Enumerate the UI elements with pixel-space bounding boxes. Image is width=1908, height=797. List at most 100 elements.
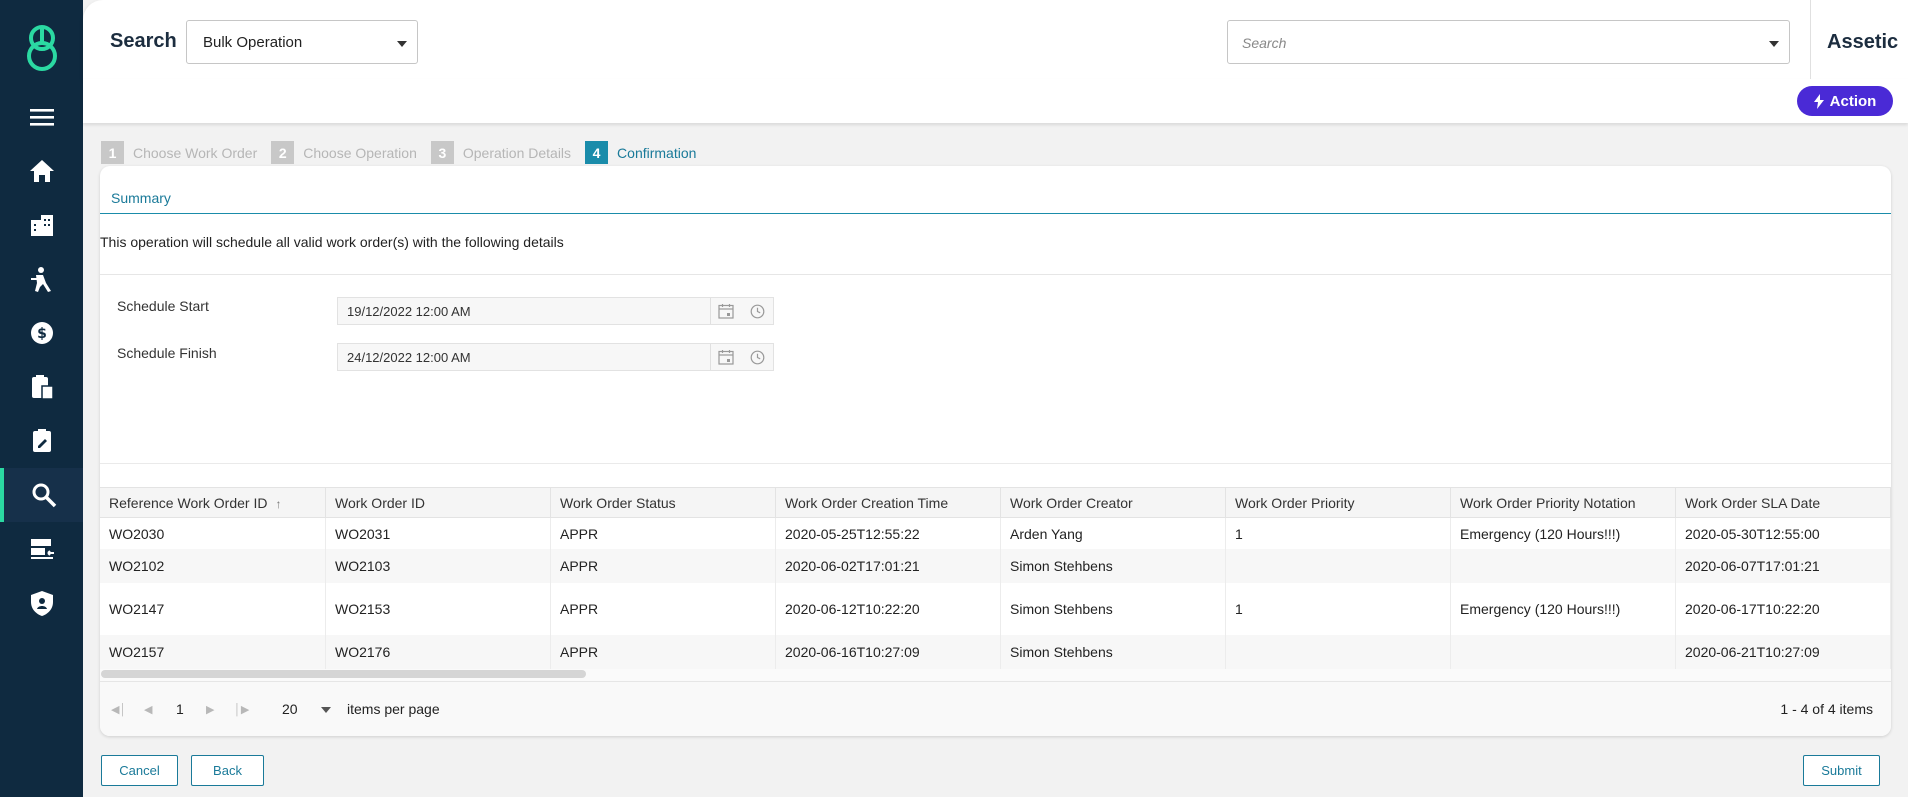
header-divider [1810, 0, 1811, 79]
home-icon[interactable] [0, 144, 83, 198]
table-cell: Simon Stehbens [1001, 635, 1226, 669]
search-input[interactable]: Search [1227, 20, 1790, 64]
step-choose-work-order[interactable]: 1 Choose Work Order [101, 141, 257, 164]
table-row[interactable]: WO2147 WO2153 APPR 2020-06-12T10:22:20 S… [100, 583, 1891, 635]
divider [100, 463, 1891, 464]
worker-icon[interactable] [0, 252, 83, 306]
table-cell: 2020-06-17T10:22:20 [1676, 583, 1891, 635]
sidebar: $ [0, 0, 83, 797]
column-header[interactable]: Work Order Priority Notation [1451, 488, 1676, 517]
column-header[interactable]: Work Order Status [551, 488, 776, 517]
assetic-logo-icon[interactable] [20, 22, 64, 74]
column-header[interactable]: Work Order ID [326, 488, 551, 517]
page-title: Search [110, 30, 177, 52]
next-page-icon[interactable]: ▶ [206, 703, 214, 716]
step-number: 4 [585, 141, 609, 164]
table-cell: 2020-06-07T17:01:21 [1676, 549, 1891, 583]
chevron-down-icon [397, 41, 407, 47]
step-label: Choose Operation [303, 144, 417, 161]
top-header: Search Bulk Operation Search Assetic [83, 0, 1908, 79]
calendar-icon[interactable] [718, 303, 734, 319]
submit-button[interactable]: Submit [1803, 755, 1880, 786]
step-choose-operation[interactable]: 2 Choose Operation [271, 141, 417, 164]
table-cell [1226, 549, 1451, 583]
chevron-down-icon[interactable] [321, 707, 331, 713]
table-cell: Emergency (120 Hours!!!) [1451, 518, 1676, 549]
table-cell: Simon Stehbens [1001, 549, 1226, 583]
previous-page-icon[interactable]: ◀ [144, 703, 152, 716]
schedule-finish-value: 24/12/2022 12:00 AM [347, 350, 471, 365]
table-cell: WO2031 [326, 518, 551, 549]
table-cell: 1 [1226, 583, 1451, 635]
action-button[interactable]: Action [1797, 86, 1893, 116]
items-per-page-label: items per page [347, 701, 440, 717]
table-cell: WO2153 [326, 583, 551, 635]
search-nav-icon[interactable] [0, 468, 83, 522]
wizard-steps: 1 Choose Work Order 2 Choose Operation 3… [101, 141, 710, 164]
step-operation-details[interactable]: 3 Operation Details [430, 141, 572, 164]
table-cell: APPR [551, 549, 776, 583]
summary-title: Summary [111, 190, 171, 206]
table-cell: 2020-05-30T12:55:00 [1676, 518, 1891, 549]
schedule-start-field[interactable]: 19/12/2022 12:00 AM [337, 297, 774, 325]
table-cell: 2020-06-21T10:27:09 [1676, 635, 1891, 669]
column-header[interactable]: Work Order Priority [1226, 488, 1451, 517]
cancel-button[interactable]: Cancel [101, 755, 178, 786]
sort-ascending-icon[interactable]: ↑ [275, 497, 281, 511]
table-row[interactable]: WO2030 WO2031 APPR 2020-05-25T12:55:22 A… [100, 518, 1891, 549]
table-cell: WO2176 [326, 635, 551, 669]
column-header[interactable]: Work Order SLA Date [1676, 488, 1891, 517]
scrollbar-thumb[interactable] [101, 670, 586, 678]
divider [100, 274, 1891, 275]
divider [100, 213, 1891, 214]
column-header[interactable]: Work Order Creation Time [776, 488, 1001, 517]
last-page-icon[interactable]: │▶ [234, 703, 249, 716]
menu-icon[interactable] [0, 90, 83, 144]
table-cell: WO2103 [326, 549, 551, 583]
clipboard-edit-icon[interactable] [0, 414, 83, 468]
search-placeholder: Search [1242, 35, 1287, 51]
clock-icon[interactable] [750, 350, 765, 365]
lightning-icon [1813, 93, 1824, 109]
table-cell: WO2147 [100, 583, 326, 635]
column-header[interactable]: Work Order Creator [1001, 488, 1226, 517]
operation-select-value: Bulk Operation [203, 34, 303, 51]
step-number: 2 [271, 141, 295, 164]
first-page-icon[interactable]: ◀│ [111, 703, 126, 716]
grid-header: Reference Work Order ID ↑ Work Order ID W… [100, 487, 1891, 518]
table-cell: 2020-06-02T17:01:21 [776, 549, 1001, 583]
back-button[interactable]: Back [191, 755, 264, 786]
work-order-grid: Reference Work Order ID ↑ Work Order ID W… [100, 487, 1891, 669]
server-transfer-icon[interactable] [0, 522, 83, 576]
buildings-icon[interactable] [0, 198, 83, 252]
schedule-finish-field[interactable]: 24/12/2022 12:00 AM [337, 343, 774, 371]
summary-card: Summary This operation will schedule all… [100, 166, 1891, 736]
table-cell [1226, 635, 1451, 669]
step-label: Choose Work Order [133, 144, 258, 161]
table-cell: APPR [551, 518, 776, 549]
table-cell: Emergency (120 Hours!!!) [1451, 583, 1676, 635]
table-cell: Arden Yang [1001, 518, 1226, 549]
finance-icon[interactable]: $ [0, 306, 83, 360]
step-confirmation[interactable]: 4 Confirmation [585, 141, 696, 164]
brand-name: Assetic [1827, 31, 1899, 53]
table-row[interactable]: WO2157 WO2176 APPR 2020-06-16T10:27:09 S… [100, 635, 1891, 669]
shield-user-icon[interactable] [0, 576, 83, 630]
operation-select[interactable]: Bulk Operation [186, 20, 418, 64]
schedule-start-value: 19/12/2022 12:00 AM [347, 304, 471, 319]
table-cell: WO2030 [100, 518, 326, 549]
table-row[interactable]: WO2102 WO2103 APPR 2020-06-02T17:01:21 S… [100, 549, 1891, 583]
column-header[interactable]: Reference Work Order ID ↑ [100, 488, 326, 517]
pager-info: 1 - 4 of 4 items [1780, 701, 1873, 717]
svg-text:$: $ [37, 326, 47, 342]
current-page[interactable]: 1 [176, 701, 184, 717]
clock-icon[interactable] [750, 304, 765, 319]
page-size-select[interactable]: 20 [282, 701, 298, 717]
clipboard-calculator-icon[interactable] [0, 360, 83, 414]
table-cell: 2020-05-25T12:55:22 [776, 518, 1001, 549]
table-cell: APPR [551, 635, 776, 669]
step-label: Operation Details [462, 144, 572, 161]
calendar-icon[interactable] [718, 349, 734, 365]
grid-pager: ◀│ ◀ 1 ▶ │▶ 20 items per page 1 - 4 of 4… [100, 681, 1891, 736]
table-cell: APPR [551, 583, 776, 635]
